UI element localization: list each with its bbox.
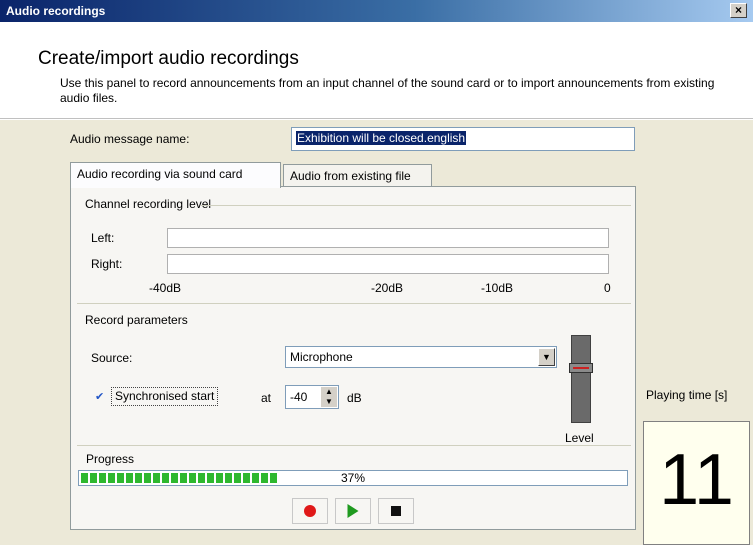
left-channel-label: Left: (91, 231, 115, 245)
title-bar: Audio recordings × (0, 0, 753, 22)
play-button[interactable] (335, 498, 371, 524)
message-name-input[interactable]: Exhibition will be closed.english (291, 127, 635, 151)
level-label: Level (565, 431, 594, 445)
tab-sound-card[interactable]: Audio recording via sound card (70, 162, 281, 188)
group-divider (77, 445, 631, 446)
left-level-meter (167, 228, 609, 248)
progress-bar: 37% (78, 470, 628, 486)
playing-time-display: 11 (643, 421, 750, 545)
group-divider (201, 205, 631, 206)
stop-icon (391, 506, 401, 516)
page-title: Create/import audio recordings (38, 48, 299, 69)
record-button[interactable] (292, 498, 328, 524)
sync-start-checkbox[interactable]: ✔ (95, 391, 107, 403)
source-value: Microphone (290, 350, 353, 364)
right-channel-label: Right: (91, 257, 123, 271)
source-select[interactable]: Microphone ▼ (285, 346, 557, 368)
scale-label-20: -20dB (371, 281, 404, 295)
close-button[interactable]: × (730, 3, 747, 18)
chevron-down-icon[interactable]: ▼ (538, 348, 555, 366)
tab-existing-file-label: Audio from existing file (290, 169, 411, 183)
scale-label-0: 0 (604, 281, 611, 295)
sync-start-label[interactable]: Synchronised start (111, 387, 219, 406)
window-title: Audio recordings (6, 4, 106, 18)
progress-text: 37% (340, 471, 366, 485)
record-icon (304, 505, 316, 517)
message-name-label: Audio message name: (70, 132, 190, 146)
level-slider-track[interactable] (571, 335, 591, 423)
source-label: Source: (91, 351, 133, 365)
stop-button[interactable] (378, 498, 414, 524)
dialog-body: Audio message name: Exhibition will be c… (0, 120, 753, 545)
scale-label-10: -10dB (481, 281, 514, 295)
threshold-value: -40 (290, 390, 308, 404)
playing-time-label: Playing time [s] (646, 388, 728, 402)
right-level-meter (167, 254, 609, 274)
spinner-down-icon[interactable]: ▼ (321, 397, 337, 407)
level-slider-thumb[interactable] (569, 363, 593, 373)
threshold-spinner[interactable]: -40 ▲ ▼ (285, 385, 339, 409)
tab-sound-card-label: Audio recording via sound card (77, 167, 243, 181)
progress-title: Progress (86, 452, 135, 466)
at-label: at (261, 391, 272, 405)
db-unit-label: dB (347, 391, 362, 405)
record-params-title: Record parameters (85, 313, 188, 327)
spinner-buttons: ▲ ▼ (321, 387, 337, 407)
channel-level-title: Channel recording level (85, 197, 212, 211)
page-description: Use this panel to record announcements f… (60, 76, 715, 105)
spinner-up-icon[interactable]: ▲ (321, 387, 337, 397)
message-name-value: Exhibition will be closed.english (296, 131, 467, 145)
tab-existing-file[interactable]: Audio from existing file (283, 164, 432, 188)
playing-time-value: 11 (659, 440, 734, 520)
group-divider (77, 303, 631, 304)
header-panel: Create/import audio recordings Use this … (0, 22, 753, 119)
scale-label-40: -40dB (149, 281, 182, 295)
play-icon (347, 504, 359, 518)
